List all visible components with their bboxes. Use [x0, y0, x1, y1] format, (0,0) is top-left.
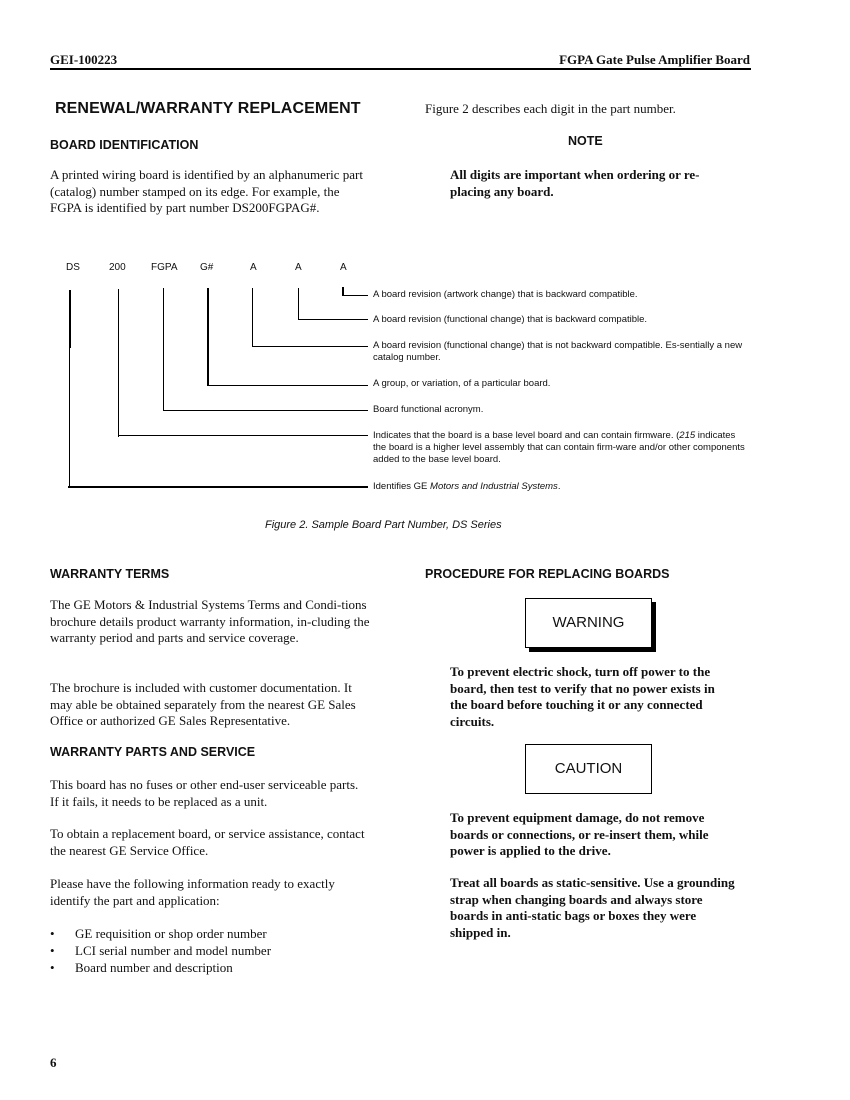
leader-line — [207, 385, 368, 386]
warning-box: WARNING — [525, 598, 652, 648]
desc-functional-acronym: Board functional acronym. — [373, 404, 484, 415]
warranty-terms-paragraph-1: The GE Motors & Industrial Systems Terms… — [50, 597, 370, 645]
segment-label-200: 200 — [109, 262, 126, 273]
desc-rev-functional-compatible: A board revision (functional change) tha… — [373, 314, 648, 325]
leader-line — [68, 486, 368, 488]
segment-label-rev-functional-compatible: A — [295, 262, 302, 273]
document-title: FGPA Gate Pulse Amplifier Board — [559, 52, 750, 67]
segment-label-fgpa: FGPA — [151, 262, 178, 273]
caution-text-1: To prevent equipment damage, do not remo… — [450, 810, 709, 858]
desc-base-level: Indicates that the board is a base level… — [373, 430, 745, 465]
leader-line — [118, 289, 119, 437]
warranty-parts-paragraph-3: Please have the following information re… — [50, 876, 335, 908]
figure-intro: Figure 2 describes each digit in the par… — [425, 101, 676, 116]
segment-label-rev-artwork: A — [340, 262, 347, 273]
leader-line — [163, 410, 368, 411]
figure-caption: Figure 2. Sample Board Part Number, DS S… — [265, 519, 502, 531]
header-rule — [50, 68, 751, 70]
warranty-parts-paragraph-2: To obtain a replacement board, or servic… — [50, 826, 365, 858]
segment-label-rev-functional-incompatible: A — [250, 262, 257, 273]
segment-label-ds: DS — [66, 262, 80, 273]
warranty-terms-heading: WARRANTY TERMS — [50, 567, 170, 581]
leader-line — [69, 290, 71, 348]
list-item: GE requisition or shop order number — [50, 925, 370, 942]
list-item: Board number and description — [50, 959, 370, 976]
desc-215-number: 215 — [679, 430, 696, 441]
board-identification-paragraph: A printed wiring board is identified by … — [50, 167, 363, 215]
segment-label-group: G# — [200, 262, 214, 273]
warranty-terms-paragraph-2: The brochure is included with customer d… — [50, 680, 356, 728]
document-id: GEI-100223 — [50, 52, 118, 67]
required-info-list: GE requisition or shop order number LCI … — [50, 925, 370, 976]
board-identification-heading: BOARD IDENTIFICATION — [50, 138, 199, 152]
desc-base-level-main: Indicates that the board is a base level… — [373, 430, 674, 441]
leader-line — [342, 295, 368, 296]
warning-text: To prevent electric shock, turn off powe… — [450, 664, 715, 729]
desc-group: A group, or variation, of a particular b… — [373, 378, 551, 389]
leader-line — [69, 348, 70, 488]
desc-ge-division: Motors and Industrial Systems — [430, 481, 558, 492]
procedure-heading: PROCEDURE FOR REPLACING BOARDS — [425, 567, 670, 581]
note-title: NOTE — [568, 134, 603, 148]
desc-ge: Identifies GE Motors and Industrial Syst… — [373, 481, 561, 492]
desc-rev-functional-incompatible: A board revision (functional change) tha… — [373, 340, 743, 363]
leader-line — [207, 288, 209, 385]
caution-label: CAUTION — [554, 760, 623, 777]
warranty-parts-heading: WARRANTY PARTS AND SERVICE — [50, 745, 256, 759]
section-title: RENEWAL/WARRANTY REPLACEMENT — [55, 100, 361, 117]
note-text: All digits are important when ordering o… — [450, 167, 700, 199]
warranty-parts-paragraph-1: This board has no fuses or other end-use… — [50, 777, 359, 809]
desc-rev-artwork: A board revision (artwork change) that i… — [373, 289, 638, 300]
leader-line — [252, 346, 368, 347]
list-item: LCI serial number and model number — [50, 942, 370, 959]
page-number: 6 — [50, 1055, 57, 1070]
caution-text-2: Treat all boards as static-sensitive. Us… — [450, 875, 735, 940]
leader-line — [298, 288, 299, 320]
leader-line — [342, 287, 344, 295]
leader-line — [252, 288, 253, 346]
leader-line — [298, 319, 368, 320]
leader-line — [118, 435, 368, 436]
leader-line — [163, 288, 164, 410]
warning-label: WARNING — [552, 614, 625, 631]
caution-box: CAUTION — [525, 744, 652, 794]
